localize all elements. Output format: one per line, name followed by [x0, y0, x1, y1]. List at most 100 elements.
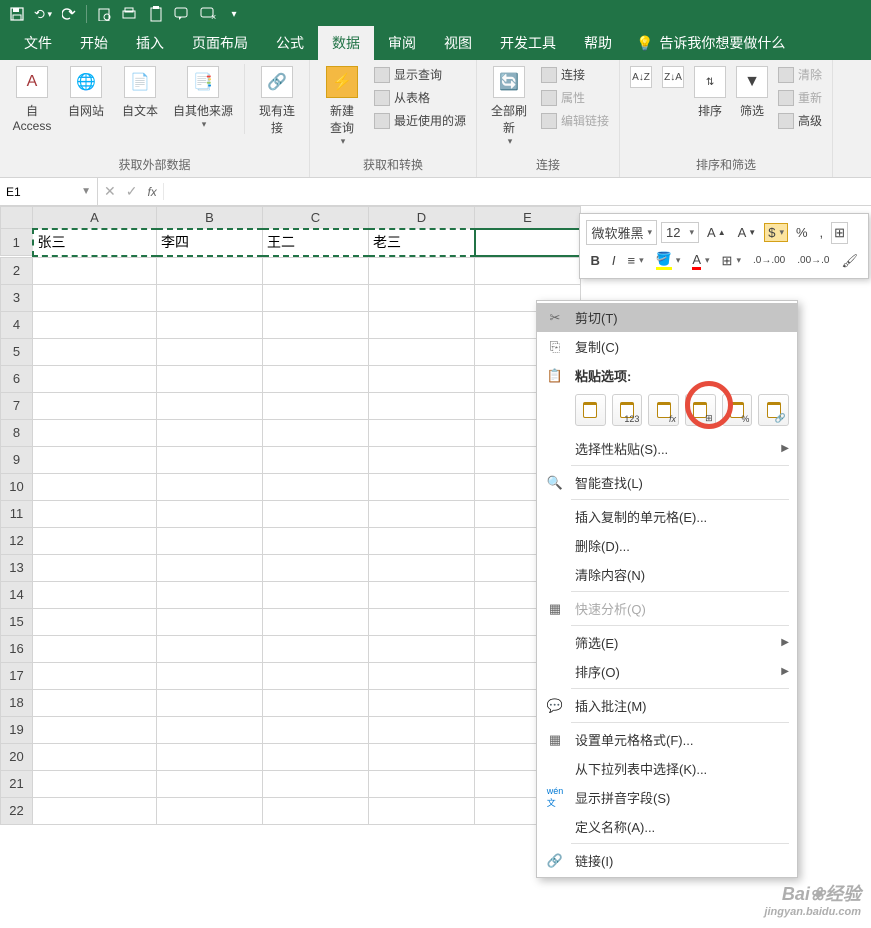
cm-cut[interactable]: ✂ 剪切(T): [537, 303, 797, 332]
increase-decimal-icon[interactable]: .0→.00: [749, 253, 789, 268]
cm-sort[interactable]: 排序(O) ▶: [537, 657, 797, 686]
tab-insert[interactable]: 插入: [122, 26, 178, 60]
cm-pick-from-list[interactable]: 从下拉列表中选择(K)...: [537, 754, 797, 783]
new-comment-icon[interactable]: [173, 5, 191, 23]
quick-print-icon[interactable]: [121, 5, 139, 23]
format-painter-icon[interactable]: 🖌: [837, 251, 862, 271]
percent-format-icon[interactable]: %: [792, 223, 812, 242]
connections-button[interactable]: 连接: [537, 64, 613, 85]
from-text-button[interactable]: 📄自文本: [114, 64, 166, 121]
cell[interactable]: [263, 284, 369, 311]
reapply-button[interactable]: 重新: [774, 87, 826, 108]
redo-icon[interactable]: [60, 5, 78, 23]
italic-icon[interactable]: I: [608, 251, 620, 270]
cell[interactable]: [157, 311, 263, 338]
cm-smart-lookup[interactable]: 🔍 智能查找(L): [537, 468, 797, 497]
fx-icon[interactable]: fx: [147, 185, 156, 199]
cell[interactable]: [263, 338, 369, 365]
row-header[interactable]: 16: [1, 635, 33, 662]
cell[interactable]: [263, 419, 369, 446]
decrease-font-icon[interactable]: A▼: [734, 223, 761, 242]
row-header[interactable]: 11: [1, 500, 33, 527]
cm-clear[interactable]: 清除内容(N): [537, 560, 797, 589]
row-header[interactable]: 18: [1, 689, 33, 716]
cell[interactable]: [33, 770, 157, 797]
filter-button[interactable]: ▼筛选: [732, 64, 772, 121]
paste-values-button[interactable]: 123: [612, 394, 643, 426]
paste-formatting-button[interactable]: ⊞: [685, 394, 716, 426]
cell[interactable]: [263, 635, 369, 662]
cell[interactable]: [369, 419, 475, 446]
recent-sources-button[interactable]: 最近使用的源: [370, 110, 470, 131]
col-header-B[interactable]: B: [157, 207, 263, 229]
cell[interactable]: [157, 446, 263, 473]
tab-developer[interactable]: 开发工具: [486, 26, 570, 60]
row-header[interactable]: 17: [1, 662, 33, 689]
cell[interactable]: [33, 554, 157, 581]
cell[interactable]: [157, 527, 263, 554]
cell[interactable]: [369, 689, 475, 716]
cell[interactable]: [369, 581, 475, 608]
cell[interactable]: [369, 608, 475, 635]
cell[interactable]: [33, 365, 157, 392]
row-header[interactable]: 5: [1, 338, 33, 365]
cell[interactable]: [369, 554, 475, 581]
print-preview-icon[interactable]: [95, 5, 113, 23]
paste-formulas-button[interactable]: fx: [648, 394, 679, 426]
tab-review[interactable]: 审阅: [374, 26, 430, 60]
cell[interactable]: [33, 500, 157, 527]
tab-home[interactable]: 开始: [66, 26, 122, 60]
cell[interactable]: [33, 716, 157, 743]
from-access-button[interactable]: A自 Access: [6, 64, 58, 135]
cell[interactable]: [263, 608, 369, 635]
fill-color-icon[interactable]: 🪣▾: [652, 249, 685, 272]
cell[interactable]: [263, 257, 369, 284]
cell[interactable]: [263, 581, 369, 608]
from-other-button[interactable]: 📑自其他来源▾: [168, 64, 238, 132]
cell[interactable]: [33, 797, 157, 824]
cell[interactable]: [33, 527, 157, 554]
cell[interactable]: [263, 500, 369, 527]
cell[interactable]: [263, 392, 369, 419]
cm-copy[interactable]: ⎘ 复制(C): [537, 332, 797, 361]
tab-file[interactable]: 文件: [10, 26, 66, 60]
tell-me-search[interactable]: 💡 告诉我你想要做什么: [636, 26, 785, 60]
cell[interactable]: [369, 662, 475, 689]
cell[interactable]: [263, 662, 369, 689]
cm-paste-special[interactable]: 选择性粘贴(S)... ▶: [537, 434, 797, 463]
cm-show-pinyin[interactable]: wén文 显示拼音字段(S): [537, 783, 797, 812]
cell-C1[interactable]: 王二: [263, 229, 369, 256]
cancel-formula-icon[interactable]: ✕: [104, 183, 116, 200]
cell[interactable]: [157, 365, 263, 392]
format-cells-icon[interactable]: ⊞: [831, 222, 848, 244]
cm-link[interactable]: 🔗 链接(I): [537, 846, 797, 875]
cell[interactable]: [33, 689, 157, 716]
cm-insert-comment[interactable]: 💬 插入批注(M): [537, 691, 797, 720]
col-header-C[interactable]: C: [263, 207, 369, 229]
cell[interactable]: [33, 446, 157, 473]
from-table-button[interactable]: 从表格: [370, 87, 470, 108]
cell[interactable]: [263, 311, 369, 338]
comma-format-icon[interactable]: ,: [816, 223, 828, 242]
cell[interactable]: [157, 338, 263, 365]
cell[interactable]: [263, 473, 369, 500]
cell[interactable]: [263, 743, 369, 770]
row-header[interactable]: 10: [1, 473, 33, 500]
sort-asc-button[interactable]: A↓Z: [626, 64, 656, 94]
col-header-E[interactable]: E: [475, 207, 581, 229]
cell[interactable]: [157, 419, 263, 446]
cell[interactable]: [33, 743, 157, 770]
row-header[interactable]: 15: [1, 608, 33, 635]
row-header[interactable]: 19: [1, 716, 33, 743]
col-header-A[interactable]: A: [33, 207, 157, 229]
cell[interactable]: [33, 473, 157, 500]
cell[interactable]: [157, 554, 263, 581]
edit-links-button[interactable]: 编辑链接: [537, 110, 613, 131]
row-header[interactable]: 21: [1, 770, 33, 797]
cell[interactable]: [157, 743, 263, 770]
col-header-D[interactable]: D: [369, 207, 475, 229]
cm-filter[interactable]: 筛选(E) ▶: [537, 628, 797, 657]
align-icon[interactable]: ≡▾: [624, 251, 648, 270]
paste-all-button[interactable]: [575, 394, 606, 426]
cell[interactable]: [157, 689, 263, 716]
